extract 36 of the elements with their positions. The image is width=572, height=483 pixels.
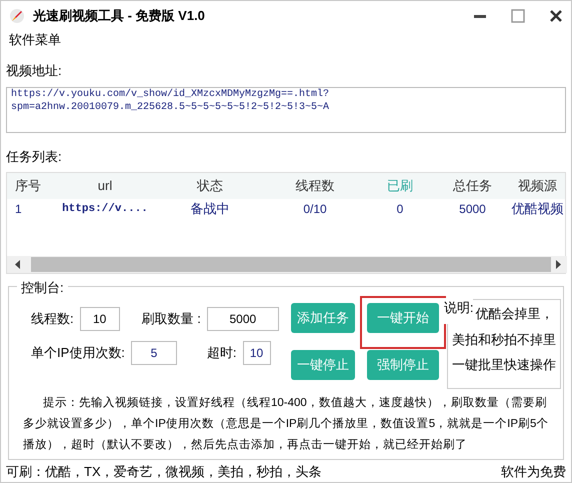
field-label: 超时: bbox=[206, 344, 237, 362]
field-label: 单个IP使用次数: bbox=[31, 344, 125, 362]
tip-paragraph: 提示：先输入视频链接，设置好线程（线程10-400，数值越大，速度越快），刷取数量（需要刷多少就设置多少），单个IP使用次数（意思是一个IP刷几个播放里，数值设置5，就就是一个IP刷5个播放），超时（默认不要改），然后先点击添加，再点击一键开始，就已经开始刷了 bbox=[22, 396, 550, 453]
field-label: 刷取数量 : bbox=[142, 310, 201, 328]
column-header[interactable]: 序号 bbox=[7, 176, 55, 196]
section-label: 任务列表: bbox=[6, 148, 63, 166]
number-field[interactable]: 5000 bbox=[206, 307, 279, 331]
note-text: 优酷会掉里， bbox=[475, 305, 554, 323]
menu-item[interactable]: 软件菜单 bbox=[9, 30, 61, 50]
table-cell-text: 备战中 bbox=[190, 200, 230, 218]
horizontal-scrollbar[interactable] bbox=[7, 256, 567, 273]
column-header[interactable]: 视频源 bbox=[510, 176, 565, 196]
table-cell-text: 0 bbox=[396, 200, 404, 218]
field-label: 线程数: bbox=[31, 310, 74, 328]
window-title: 光速刷视频工具 - 免费版 V1.0 bbox=[33, 7, 206, 26]
maximize-icon[interactable] bbox=[511, 9, 525, 23]
status-text: 软件为免费 bbox=[501, 463, 566, 482]
number-field[interactable]: 5 bbox=[130, 341, 177, 365]
field-label: 视频地址: bbox=[6, 62, 63, 80]
table-cell-text: 5000 bbox=[458, 200, 487, 218]
url-input-field[interactable]: https://v.youku.com/v_show/id_XMzcxMDMyMzgzMg==.html? spm=a2hnw.20010079.m_225628.5~5~5~5~5~5!2~5!2~5!3~5~A bbox=[6, 86, 566, 132]
column-header[interactable]: url bbox=[55, 176, 155, 196]
column-header[interactable]: 状态 bbox=[155, 176, 265, 196]
number-field[interactable]: 10 bbox=[80, 307, 120, 331]
status-text: 可刷：优酷，TX，爱奇艺，微视频，美拍，秒拍，头条 bbox=[6, 463, 322, 482]
table-cell-text: 0/10 bbox=[302, 200, 328, 218]
column-header[interactable]: 线程数 bbox=[265, 176, 365, 196]
column-header[interactable]: 总任务 bbox=[435, 176, 510, 196]
note-text: 一键批里快速操作 bbox=[452, 356, 556, 374]
note-text: 美拍和秒拍不掉里 bbox=[452, 330, 556, 348]
close-icon[interactable] bbox=[549, 9, 563, 23]
number-field[interactable]: 10 bbox=[242, 341, 271, 365]
table-cell-text: 1 bbox=[14, 200, 23, 218]
note-label: 说明: bbox=[444, 298, 474, 324]
table-cell-text: 优酷视频 bbox=[510, 200, 564, 218]
table-cell-text: https://v.... bbox=[61, 202, 149, 216]
